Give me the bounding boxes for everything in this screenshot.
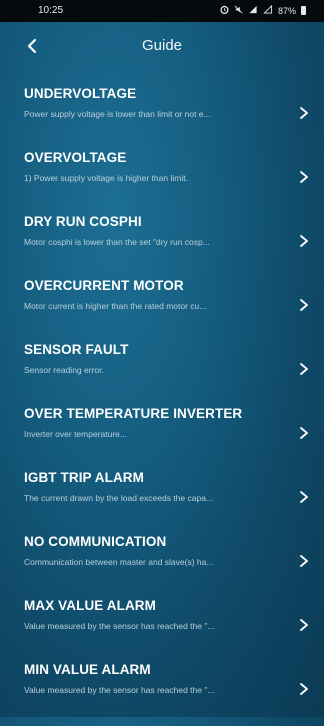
signal-icon xyxy=(248,5,258,16)
chevron-right-icon xyxy=(300,491,308,503)
item-subtitle: Power supply voltage is lower than limit… xyxy=(24,109,211,119)
mute-icon xyxy=(234,5,243,16)
list-item-undervoltage[interactable]: UNDERVOLTAGE Power supply voltage is low… xyxy=(0,86,324,150)
item-subtitle: Motor cosphi is lower than the set "dry … xyxy=(24,237,210,247)
chevron-right-icon xyxy=(300,107,308,119)
header: Guide xyxy=(0,22,324,70)
chevron-right-icon xyxy=(300,619,308,631)
item-title: MAX VALUE ALARM xyxy=(24,598,156,613)
list-item-over-temperature-inverter[interactable]: OVER TEMPERATURE INVERTER Inverter over … xyxy=(0,406,324,470)
item-title: NO COMMUNICATION xyxy=(24,534,167,549)
item-subtitle: Value measured by the sensor has reached… xyxy=(24,685,215,695)
list-item-igbt-trip-alarm[interactable]: IGBT TRIP ALARM The current drawn by the… xyxy=(0,470,324,534)
item-subtitle: Value measured by the sensor has reached… xyxy=(24,621,215,631)
item-subtitle: Communication between master and slave(s… xyxy=(24,557,214,567)
list-item-min-value-alarm[interactable]: MIN VALUE ALARM Value measured by the se… xyxy=(0,662,324,726)
list-item-sensor-fault[interactable]: SENSOR FAULT Sensor reading error. xyxy=(0,342,324,406)
chevron-right-icon xyxy=(300,683,308,695)
battery-level: 87% xyxy=(277,5,296,16)
item-subtitle: Inverter over temperature... xyxy=(24,429,127,439)
chevron-right-icon xyxy=(300,299,308,311)
list-item-overvoltage[interactable]: OVERVOLTAGE 1) Power supply voltage is h… xyxy=(0,150,324,214)
item-subtitle: Sensor reading error. xyxy=(24,365,104,375)
list-item-max-value-alarm[interactable]: MAX VALUE ALARM Value measured by the se… xyxy=(0,598,324,662)
item-title: OVER TEMPERATURE INVERTER xyxy=(24,406,243,421)
status-bar: 10:25 87% xyxy=(0,0,324,22)
chevron-right-icon xyxy=(300,555,308,567)
item-title: OVERVOLTAGE xyxy=(24,150,127,165)
chevron-right-icon xyxy=(300,363,308,375)
alarm-list: UNDERVOLTAGE Power supply voltage is low… xyxy=(0,86,324,726)
item-subtitle: The current drawn by the load exceeds th… xyxy=(24,493,214,503)
chevron-right-icon xyxy=(300,427,308,439)
item-subtitle: 1) Power supply voltage is higher than l… xyxy=(24,173,188,183)
battery-icon xyxy=(301,6,306,15)
list-item-no-communication[interactable]: NO COMMUNICATION Communication between m… xyxy=(0,534,324,598)
alarm-icon xyxy=(220,5,229,16)
chevron-right-icon xyxy=(300,235,308,247)
wifi-icon xyxy=(263,4,273,16)
item-title: OVERCURRENT MOTOR xyxy=(24,278,184,293)
chevron-right-icon xyxy=(300,171,308,183)
list-item-overcurrent-motor[interactable]: OVERCURRENT MOTOR Motor current is highe… xyxy=(0,278,324,342)
item-title: MIN VALUE ALARM xyxy=(24,662,151,677)
item-title: IGBT TRIP ALARM xyxy=(24,470,144,485)
item-subtitle: Motor current is higher than the rated m… xyxy=(24,301,207,311)
page-title: Guide xyxy=(141,37,183,54)
item-title: SENSOR FAULT xyxy=(24,342,129,357)
item-title: DRY RUN COSPHI xyxy=(24,214,142,229)
status-icons: 87% xyxy=(220,4,306,16)
status-time: 10:25 xyxy=(38,5,64,16)
list-item-dry-run-cosphi[interactable]: DRY RUN COSPHI Motor cosphi is lower tha… xyxy=(0,214,324,278)
item-title: UNDERVOLTAGE xyxy=(24,86,137,101)
